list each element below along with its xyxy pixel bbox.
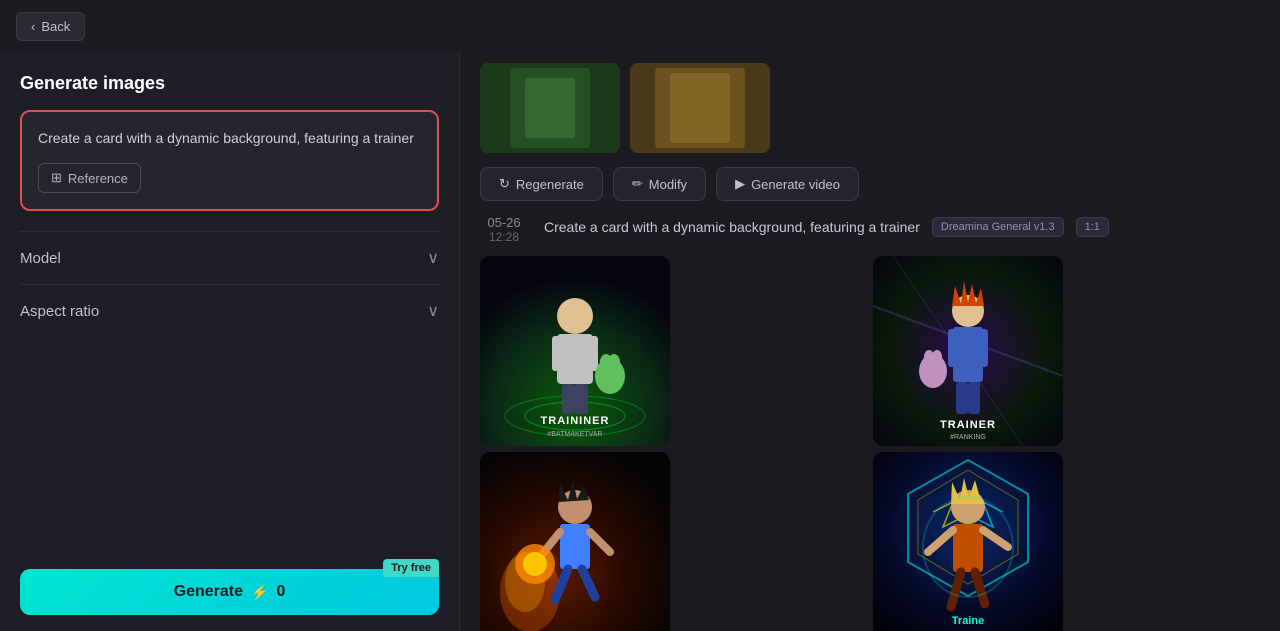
trainer-3-svg (480, 452, 670, 631)
image-grid: TRAININER #BATMAKETVAR (480, 256, 1260, 631)
regenerate-label-top: Regenerate (516, 177, 584, 192)
prompt-text: Create a card with a dynamic background,… (38, 128, 421, 149)
entry-info: Create a card with a dynamic background,… (544, 215, 1109, 237)
topbar: ‹ Back (0, 0, 1280, 53)
generate-button[interactable]: Generate ⚡ 0 (20, 569, 439, 615)
strip-image-2[interactable] (630, 63, 770, 153)
back-button[interactable]: ‹ Back (16, 12, 85, 41)
grid-cell-3[interactable] (480, 452, 670, 631)
trainer-2-svg: TRAINER #RANKING (873, 256, 1063, 446)
reference-label: Reference (68, 171, 128, 186)
prompt-box: Create a card with a dynamic background,… (20, 110, 439, 211)
generate-video-label-top: Generate video (751, 177, 840, 192)
trainer-1-svg: TRAININER #BATMAKETVAR (480, 256, 670, 446)
regenerate-icon-top: ↻ (499, 176, 510, 192)
top-action-row: ↻ Regenerate ✏ Modify ▶ Generate video (480, 167, 1260, 201)
strip-image-1[interactable] (480, 63, 620, 153)
trainer-4-svg: Traine (873, 452, 1063, 631)
model-badge: Dreamina General v1.3 (932, 217, 1064, 237)
chevron-down-icon-2: ∨ (427, 301, 439, 321)
generate-label: Generate (174, 583, 243, 601)
ratio-badge: 1:1 (1076, 217, 1109, 237)
svg-text:TRAINER: TRAINER (940, 419, 996, 431)
grid-cell-4[interactable]: Traine (873, 452, 1063, 631)
grid-cell-1[interactable]: TRAININER #BATMAKETVAR (480, 256, 670, 446)
back-label: Back (41, 19, 70, 34)
entry-datetime: 05-26 12:28 (480, 215, 528, 244)
generate-bar: Try free Generate ⚡ 0 (20, 555, 439, 631)
try-free-badge: Try free (383, 559, 439, 577)
strip-image-2-svg (630, 63, 770, 153)
entry-date: 05-26 (487, 215, 520, 230)
reference-button[interactable]: ⊞ Reference (38, 163, 141, 193)
aspect-ratio-label: Aspect ratio (20, 303, 99, 320)
modify-icon-top: ✏ (632, 176, 643, 192)
aspect-ratio-section[interactable]: Aspect ratio ∨ (20, 284, 439, 337)
svg-text:Traine: Traine (952, 615, 984, 627)
regenerate-button-top[interactable]: ↻ Regenerate (480, 167, 603, 201)
model-section[interactable]: Model ∨ (20, 231, 439, 284)
main-layout: Generate images Create a card with a dyn… (0, 53, 1280, 631)
modify-label-top: Modify (649, 177, 687, 192)
grid-cell-2[interactable]: TRAINER #RANKING (873, 256, 1063, 446)
bolt-icon: ⚡ (251, 584, 268, 601)
entry-time: 12:28 (489, 230, 519, 244)
svg-text:#RANKING: #RANKING (950, 434, 986, 441)
modify-button-top[interactable]: ✏ Modify (613, 167, 706, 201)
chevron-down-icon: ∨ (427, 248, 439, 268)
generate-count: 0 (276, 583, 285, 601)
chevron-left-icon: ‹ (31, 19, 35, 34)
entry-header: 05-26 12:28 Create a card with a dynamic… (480, 215, 1260, 244)
entry-prompt: Create a card with a dynamic background,… (544, 219, 920, 235)
model-label: Model (20, 250, 61, 267)
svg-text:TRAININER: TRAININER (541, 415, 610, 427)
panel-title: Generate images (20, 73, 439, 94)
svg-text:#BATMAKETVAR: #BATMAKETVAR (548, 431, 603, 438)
generate-video-button-top[interactable]: ▶ Generate video (716, 167, 859, 201)
strip-image-1-svg (480, 63, 620, 153)
left-panel: Generate images Create a card with a dyn… (0, 53, 460, 631)
top-strip (480, 53, 1260, 167)
reference-icon: ⊞ (51, 170, 62, 186)
video-icon-top: ▶ (735, 176, 745, 192)
right-panel: ↻ Regenerate ✏ Modify ▶ Generate video 0… (460, 53, 1280, 631)
